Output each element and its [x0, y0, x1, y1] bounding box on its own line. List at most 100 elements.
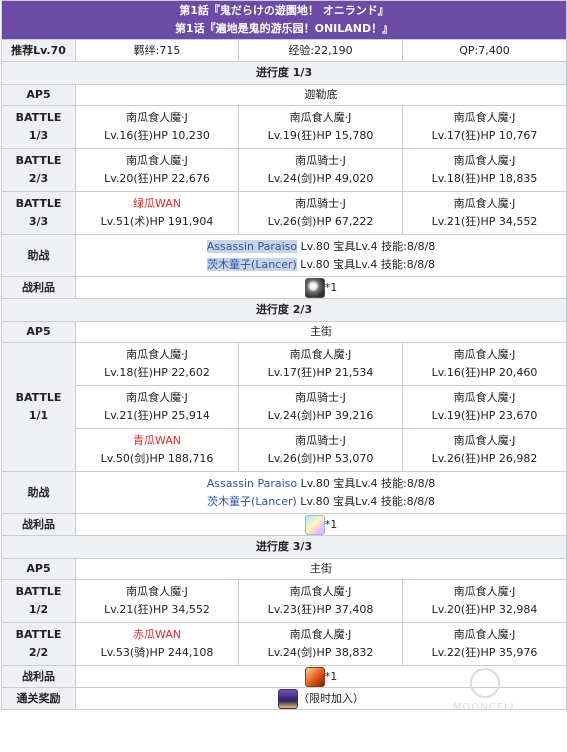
enemy-name: 南瓜食人魔·J — [289, 585, 352, 598]
enemy-stats: Lv.50(剑)HP 188,716 — [100, 452, 214, 465]
location: 迦勒底 — [74, 84, 567, 106]
bond-value: 羁绊:715 — [75, 39, 239, 62]
enemy-stats: Lv.21(狂)HP 25,914 — [104, 409, 210, 422]
enemy-cell[interactable]: 南瓜食人魔·J Lv.18(狂)HP 18,835 — [401, 148, 567, 192]
enemy-cell[interactable]: 南瓜食人魔·J Lv.24(剑)HP 38,832 — [238, 622, 403, 666]
enemy-cell[interactable]: 南瓜食人魔·J Lv.22(狂)HP 35,976 — [401, 622, 567, 666]
gray-crystal-icon[interactable] — [304, 277, 325, 298]
support-servant-link[interactable]: Assassin Paraiso — [207, 477, 297, 490]
enemy-stats: Lv.16(狂)HP 20,460 — [431, 366, 538, 379]
enemy-name: 南瓜食人魔·J — [289, 111, 352, 124]
enemy-stats: Lv.24(剑)HP 49,020 — [267, 172, 374, 185]
quest-table: 第1話『鬼だらけの遊園地！ オニランド』 第1话『遍地是鬼的游乐园！ONILAN… — [0, 0, 567, 710]
progress-header: 进行度 1/3 — [0, 61, 567, 85]
enemy-cell[interactable]: 南瓜食人魔·J Lv.17(狂)HP 10,767 — [401, 105, 567, 149]
ember-feather-icon[interactable] — [304, 666, 325, 687]
enemy-name: 南瓜骑士·J — [295, 391, 346, 404]
enemy-name: 南瓜食人魔·J — [453, 434, 516, 447]
support-entry: Assassin Paraiso Lv.80 宝具Lv.4 技能:8/8/8 — [206, 476, 436, 490]
ap-cost: AP5 — [1, 84, 76, 106]
enemy-cell[interactable]: 南瓜食人魔·J Lv.18(狂)HP 22,602 — [75, 342, 239, 386]
enemy-name: 南瓜食人魔·J — [453, 197, 516, 210]
enemy-stats: Lv.19(狂)HP 23,670 — [431, 409, 538, 422]
loot-label: 战利品 — [1, 276, 76, 299]
support-entry: 茨木童子(Lancer) Lv.80 宝具Lv.4 技能:8/8/8 — [207, 494, 435, 508]
mooncell-logo-icon — [470, 668, 500, 698]
enemy-cell[interactable]: 南瓜食人魔·J Lv.26(狂)HP 26,982 — [401, 428, 567, 472]
enemy-cell[interactable]: 南瓜骑士·J Lv.26(剑)HP 53,070 — [238, 428, 403, 472]
support-servant-link[interactable]: 茨木童子(Lancer) — [207, 495, 297, 508]
loot-qty: *1 — [324, 669, 338, 683]
enemy-stats: Lv.24(剑)HP 39,216 — [267, 409, 374, 422]
enemy-cell[interactable]: 南瓜食人魔·J Lv.21(狂)HP 34,552 — [401, 191, 567, 235]
enemy-cell[interactable]: 南瓜食人魔·J Lv.20(狂)HP 22,676 — [75, 148, 239, 192]
boss-name[interactable]: 绿瓜WAN — [78, 195, 236, 213]
boss-name[interactable]: 青瓜WAN — [78, 432, 236, 450]
enemy-stats: Lv.21(狂)HP 34,552 — [431, 215, 538, 228]
enemy-cell[interactable]: 青瓜WAN Lv.50(剑)HP 188,716 — [75, 428, 239, 472]
enemy-name: 南瓜食人魔·J — [453, 154, 516, 167]
enemy-cell[interactable]: 南瓜食人魔·J Lv.21(狂)HP 25,914 — [75, 385, 239, 429]
enemy-stats: Lv.23(狂)HP 37,408 — [267, 603, 374, 616]
enemy-stats: Lv.24(剑)HP 38,832 — [267, 646, 374, 659]
support-list: Assassin Paraiso Lv.80 宝具Lv.4 技能:8/8/8 茨… — [74, 471, 567, 514]
prism-crystal-icon[interactable] — [304, 514, 325, 535]
support-entry: Assassin Paraiso Lv.80 宝具Lv.4 技能:8/8/8 — [206, 239, 436, 253]
enemy-stats: Lv.26(剑)HP 53,070 — [267, 452, 374, 465]
battle-label: BATTLE 1/3 — [1, 105, 76, 149]
enemy-cell[interactable]: 南瓜食人魔·J Lv.19(狂)HP 15,780 — [238, 105, 403, 149]
support-servant-link[interactable]: Assassin Paraiso — [206, 239, 298, 253]
enemy-cell[interactable]: 绿瓜WAN Lv.51(术)HP 191,904 — [75, 191, 239, 235]
boss-name[interactable]: 赤瓜WAN — [78, 626, 236, 644]
support-label: 助战 — [1, 234, 76, 277]
enemy-cell[interactable]: 南瓜食人魔·J Lv.19(狂)HP 23,670 — [401, 385, 567, 429]
enemy-cell[interactable]: 南瓜食人魔·J Lv.16(狂)HP 10,230 — [75, 105, 239, 149]
battle-label: BATTLE 1/2 — [1, 579, 76, 623]
enemy-name: 南瓜骑士·J — [295, 154, 346, 167]
enemy-stats: Lv.20(狂)HP 32,984 — [431, 603, 538, 616]
enemy-stats: Lv.51(术)HP 191,904 — [100, 215, 214, 228]
enemy-cell[interactable]: 南瓜骑士·J Lv.24(剑)HP 49,020 — [238, 148, 403, 192]
loot-label: 战利品 — [1, 665, 76, 688]
recommend-level: 推荐Lv.70 — [1, 39, 76, 62]
enemy-name: 南瓜骑士·J — [295, 434, 346, 447]
enemy-name: 南瓜食人魔·J — [453, 391, 516, 404]
enemy-cell[interactable]: 南瓜食人魔·J Lv.16(狂)HP 20,460 — [401, 342, 567, 386]
ap-cost: AP5 — [1, 558, 76, 580]
enemy-stats: Lv.20(狂)HP 22,676 — [104, 172, 210, 185]
enemy-stats: Lv.16(狂)HP 10,230 — [104, 129, 210, 142]
enemy-stats: Lv.26(狂)HP 26,982 — [431, 452, 538, 465]
loot-cell: *1 — [74, 513, 567, 536]
loot-label: 战利品 — [1, 513, 76, 536]
support-servant-link[interactable]: 茨木童子(Lancer) — [207, 257, 297, 271]
progress-header: 进行度 3/3 — [0, 535, 567, 559]
loot-cell: *1 — [74, 276, 567, 299]
enemy-name: 南瓜骑士·J — [295, 197, 346, 210]
qp-value: QP:7,400 — [401, 39, 567, 62]
enemy-name: 南瓜食人魔·J — [126, 585, 188, 598]
enemy-stats: Lv.19(狂)HP 15,780 — [267, 129, 374, 142]
enemy-cell[interactable]: 南瓜食人魔·J Lv.17(狂)HP 21,534 — [238, 342, 403, 386]
quest-title-jp: 第1話『鬼だらけの遊園地！ オニランド』 — [179, 4, 389, 17]
enemy-stats: Lv.26(剑)HP 67,222 — [267, 215, 374, 228]
enemy-cell[interactable]: 赤瓜WAN Lv.53(骑)HP 244,108 — [75, 622, 239, 666]
enemy-name: 南瓜食人魔·J — [126, 154, 188, 167]
ap-cost: AP5 — [1, 321, 76, 343]
support-label: 助战 — [1, 471, 76, 514]
enemy-name: 南瓜食人魔·J — [289, 628, 352, 641]
enemy-cell[interactable]: 南瓜骑士·J Lv.24(剑)HP 39,216 — [238, 385, 403, 429]
enemy-cell[interactable]: 南瓜食人魔·J Lv.23(狂)HP 37,408 — [238, 579, 403, 623]
enemy-cell[interactable]: 南瓜食人魔·J Lv.21(狂)HP 34,552 — [75, 579, 239, 623]
enemy-stats: Lv.18(狂)HP 18,835 — [431, 172, 538, 185]
location: 主街 — [74, 558, 567, 580]
support-list: Assassin Paraiso Lv.80 宝具Lv.4 技能:8/8/8 茨… — [74, 234, 567, 277]
enemy-name: 南瓜食人魔·J — [289, 348, 352, 361]
clear-reward-note: （限时加入） — [298, 691, 365, 705]
progress-header: 进行度 2/3 — [0, 298, 567, 322]
servant-card-icon[interactable] — [278, 688, 299, 709]
enemy-cell[interactable]: 南瓜骑士·J Lv.26(剑)HP 67,222 — [238, 191, 403, 235]
location: 主街 — [74, 321, 567, 343]
watermark-text: MOONCELL — [452, 702, 518, 713]
loot-qty: *1 — [324, 280, 338, 294]
enemy-cell[interactable]: 南瓜食人魔·J Lv.20(狂)HP 32,984 — [401, 579, 567, 623]
